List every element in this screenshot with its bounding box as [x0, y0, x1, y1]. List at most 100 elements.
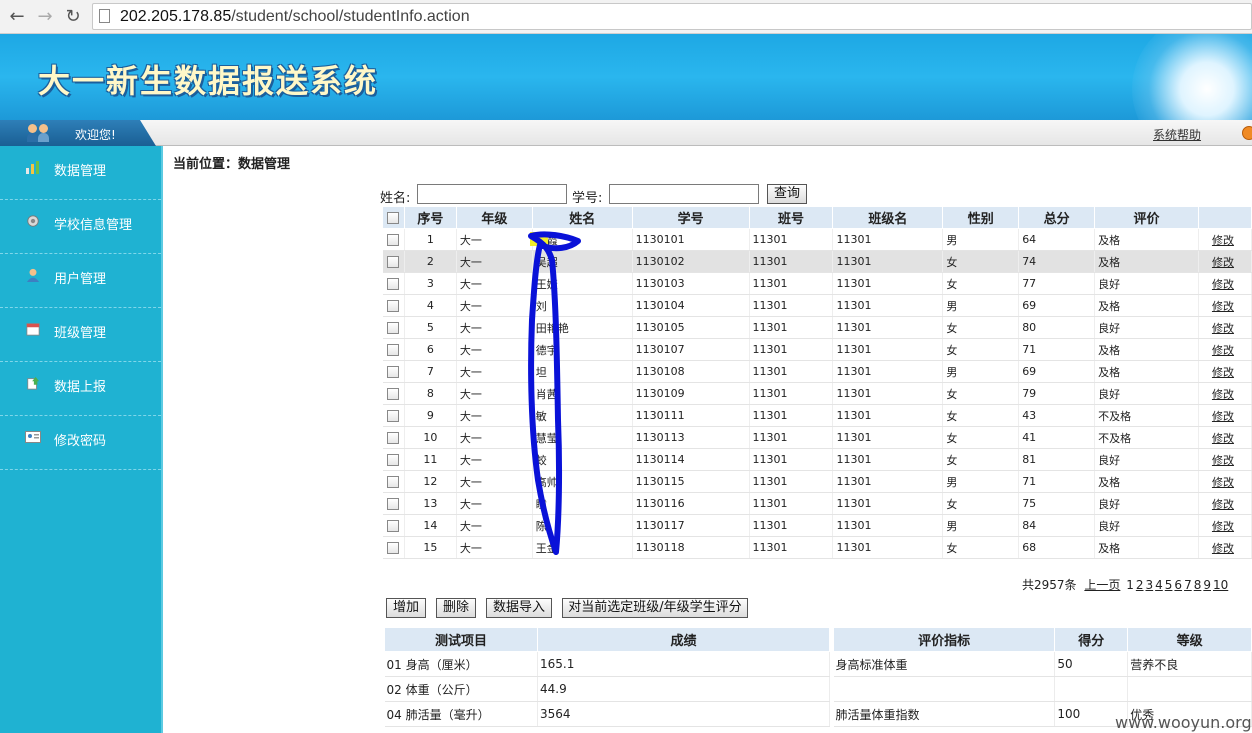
edit-link[interactable]: 修改 — [1212, 542, 1234, 555]
row-checkbox-cell — [382, 492, 405, 515]
add-button[interactable]: 增加 — [386, 598, 426, 618]
page-link[interactable]: 6 — [1174, 578, 1182, 592]
edit-link[interactable]: 修改 — [1212, 366, 1234, 379]
page-link[interactable]: 10 — [1213, 578, 1228, 592]
column-header[interactable]: 评价 — [1094, 206, 1199, 229]
row-checkbox[interactable] — [387, 476, 400, 488]
row-checkbox[interactable] — [387, 278, 400, 290]
edit-link[interactable]: 修改 — [1212, 278, 1234, 291]
table-cell: 11301 — [832, 448, 944, 471]
actions-cell: 修改 — [1198, 250, 1252, 273]
edit-link[interactable]: 修改 — [1212, 476, 1234, 489]
sidebar-item-data-upload[interactable]: 数据上报 — [0, 362, 161, 416]
table-row[interactable]: 12 大一 高帅 1130115 11301 11301 男 71 及格 修改 — [382, 470, 1252, 493]
column-header[interactable]: 学号 — [631, 206, 750, 229]
exit-icon[interactable] — [1242, 126, 1252, 140]
table-row[interactable]: 1 大一 吴霞 1130101 11301 11301 男 64 及格 修改 — [382, 228, 1252, 251]
page-link[interactable]: 7 — [1184, 578, 1192, 592]
table-cell: 11301 — [749, 316, 834, 339]
row-checkbox[interactable] — [387, 432, 400, 444]
row-checkbox[interactable] — [387, 498, 400, 510]
page-link[interactable]: 9 — [1203, 578, 1211, 592]
score-button[interactable]: 对当前选定班级/年级学生评分 — [562, 598, 748, 618]
edit-link[interactable]: 修改 — [1212, 300, 1234, 313]
student-id-search-input[interactable] — [609, 184, 759, 204]
edit-link[interactable]: 修改 — [1212, 322, 1234, 335]
table-cell: 11301 — [832, 228, 944, 251]
row-checkbox[interactable] — [387, 344, 400, 356]
column-header[interactable]: 班号 — [748, 206, 834, 229]
table-row[interactable]: 9 大一敏 1130111 11301 11301 女 43 不及格 修改 — [382, 404, 1252, 427]
page-link[interactable]: 2 — [1136, 578, 1144, 592]
delete-button[interactable]: 删除 — [436, 598, 476, 618]
row-checkbox[interactable] — [387, 454, 400, 466]
table-cell: 大一 — [456, 338, 533, 361]
table-row[interactable]: 2 大一 吴超 1130102 11301 11301 女 74 及格 修改 — [382, 250, 1252, 273]
row-checkbox[interactable] — [387, 300, 400, 312]
table-row[interactable]: 7 大一坦 1130108 11301 11301 男 69 及格 修改 — [382, 360, 1252, 383]
prev-page-link[interactable]: 上一页 — [1084, 578, 1120, 592]
table-cell: 64 — [1018, 228, 1096, 251]
table-row[interactable]: 13 大一瞳 1130116 11301 11301 女 75 良好 修改 — [382, 492, 1252, 515]
row-checkbox[interactable] — [387, 410, 400, 422]
row-checkbox[interactable] — [387, 234, 400, 246]
column-header[interactable]: 年级 — [455, 206, 533, 229]
row-checkbox[interactable] — [387, 520, 400, 532]
table-row[interactable]: 6 大一 德宇 1130107 11301 11301 女 71 及格 修改 — [382, 338, 1252, 361]
select-all-checkbox[interactable] — [387, 211, 400, 224]
sidebar-item-class-management[interactable]: 班级管理 — [0, 308, 161, 362]
table-row[interactable]: 15 大一 王金 1130118 11301 11301 女 68 及格 修改 — [382, 536, 1252, 559]
sidebar-item-school-info[interactable]: 学校信息管理 — [0, 200, 161, 254]
page-link[interactable]: 8 — [1194, 578, 1202, 592]
edit-link[interactable]: 修改 — [1212, 498, 1234, 511]
column-header[interactable]: 性别 — [942, 206, 1020, 229]
table-row[interactable]: 4 大一刘 1130104 11301 11301 男 69 及格 修改 — [382, 294, 1252, 317]
edit-link[interactable]: 修改 — [1212, 520, 1234, 533]
table-cell: 大一 — [456, 404, 533, 427]
table-row[interactable]: 10 大一 慧莹 1130113 11301 11301 女 41 不及格 修改 — [382, 426, 1252, 449]
row-checkbox[interactable] — [387, 542, 400, 554]
sidebar-item-user-management[interactable]: 用户管理 — [0, 254, 161, 308]
student-id-label: 学号: — [572, 191, 603, 206]
sidebar-item-label: 数据管理 — [54, 164, 107, 179]
table-row[interactable]: 14 大一陈 1130117 11301 11301 男 84 良好 修改 — [382, 514, 1252, 537]
address-bar[interactable]: 202.205.178.85/student/school/studentInf… — [92, 3, 1252, 30]
edit-link[interactable]: 修改 — [1212, 432, 1234, 445]
table-row[interactable]: 11 大一蛟 1130114 11301 11301 女 81 良好 修改 — [382, 448, 1252, 471]
row-checkbox[interactable] — [387, 256, 400, 268]
table-cell: 43 — [1018, 404, 1096, 427]
column-header[interactable]: 姓名 — [531, 206, 633, 229]
sidebar-item-data-management[interactable]: 数据管理 — [0, 146, 161, 200]
column-header[interactable]: 班级名 — [832, 206, 944, 229]
edit-link[interactable]: 修改 — [1212, 344, 1234, 357]
help-link[interactable]: 系统帮助 — [1153, 126, 1201, 143]
row-checkbox[interactable] — [387, 366, 400, 378]
edit-link[interactable]: 修改 — [1212, 234, 1234, 247]
page-link[interactable]: 1 — [1126, 578, 1134, 592]
table-row[interactable]: 8 大一 肖茜 1130109 11301 11301 女 79 良好 修改 — [382, 382, 1252, 405]
page-link[interactable]: 5 — [1165, 578, 1173, 592]
query-button[interactable]: 查询 — [767, 184, 807, 204]
column-header[interactable]: 总分 — [1018, 206, 1096, 229]
edit-link[interactable]: 修改 — [1212, 388, 1234, 401]
edit-link[interactable]: 修改 — [1212, 410, 1234, 423]
column-header[interactable]: 序号 — [403, 206, 457, 229]
edit-link[interactable]: 修改 — [1212, 256, 1234, 269]
back-arrow-icon[interactable]: ← — [6, 6, 28, 28]
table-row[interactable]: 3 大一 王婕 1130103 11301 11301 女 77 良好 修改 — [382, 272, 1252, 295]
reload-icon[interactable]: ↻ — [62, 6, 84, 28]
row-checkbox[interactable] — [387, 388, 400, 400]
page-link[interactable]: 3 — [1146, 578, 1154, 592]
edit-link[interactable]: 修改 — [1212, 454, 1234, 467]
forward-arrow-icon[interactable]: → — [34, 6, 56, 28]
sidebar-item-change-password[interactable]: 修改密码 — [0, 416, 161, 470]
table-cell: 女 — [942, 448, 1020, 471]
actions-cell: 修改 — [1198, 492, 1252, 515]
name-search-input[interactable] — [417, 184, 567, 204]
table-row[interactable]: 5 大一 田艳艳 1130105 11301 11301 女 80 良好 修改 — [382, 316, 1252, 339]
table-cell: 良好 — [1094, 272, 1199, 295]
table-header-row: 评价指标 得分 等级 — [832, 627, 1252, 652]
row-checkbox[interactable] — [387, 322, 400, 334]
import-button[interactable]: 数据导入 — [486, 598, 552, 618]
page-link[interactable]: 4 — [1155, 578, 1163, 592]
